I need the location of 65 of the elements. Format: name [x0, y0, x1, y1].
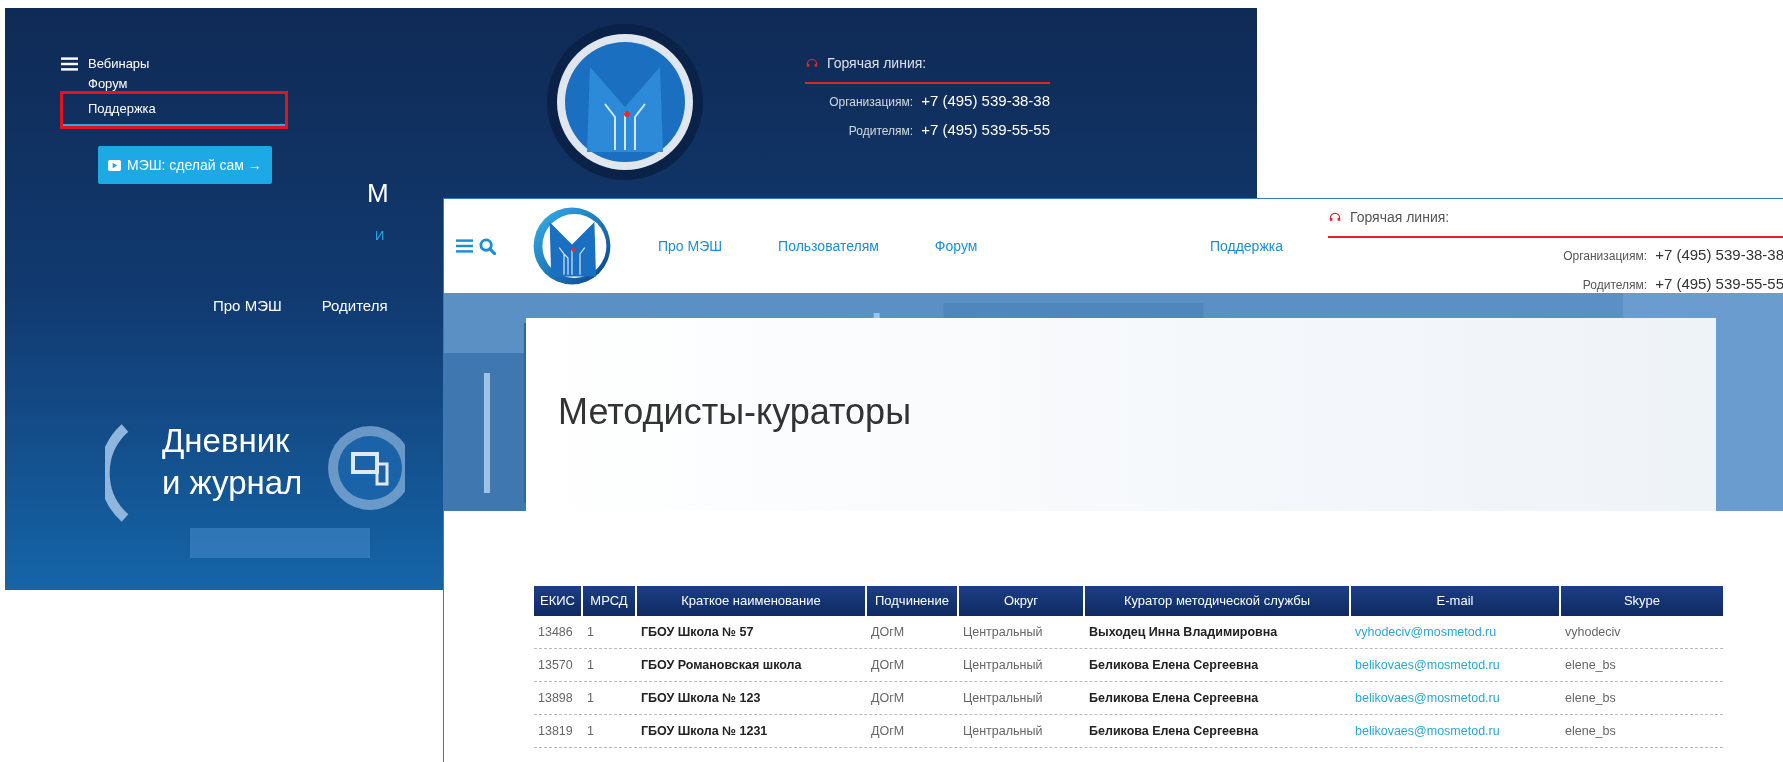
- column-header: Skype: [1561, 586, 1723, 616]
- nav-link[interactable]: Пользователям: [778, 235, 879, 257]
- nav-link[interactable]: Про МЭШ: [658, 235, 723, 257]
- site-title: М: [367, 177, 389, 210]
- page-title: Методисты-кураторы: [558, 389, 911, 434]
- table-cell-text: ГБОУ Романовская школа: [640, 656, 803, 674]
- phone-label: Организациям:: [829, 94, 914, 111]
- phone-label: Родителям:: [1582, 276, 1648, 294]
- table-cell-text: 1: [586, 722, 595, 740]
- phone-number: +7 (495) 539-38-38: [921, 91, 1050, 111]
- table-cell-text: ГБОУ Школа № 57: [640, 623, 755, 641]
- table-cell-text: vyhodeciv: [1564, 623, 1622, 641]
- column-header: ЕКИС: [534, 586, 581, 616]
- email-link[interactable]: belikovaes@mosmetod.ru: [1351, 715, 1559, 747]
- email-link[interactable]: belikovaes@mosmetod.ru: [1351, 682, 1559, 714]
- menu-item[interactable]: Вебинары: [88, 54, 278, 74]
- column-header: Куратор методической службы: [1085, 586, 1349, 616]
- banner-text: и журнал: [162, 463, 303, 503]
- nav-link[interactable]: Поддержка: [1209, 235, 1283, 257]
- table-cell-text: elene_bs: [1564, 722, 1617, 740]
- hotline-label: Горячая линия:: [1350, 208, 1450, 227]
- phone-number: +7 (495) 539-55-55: [1655, 273, 1783, 294]
- hotline-label: Горячая линия:: [827, 54, 927, 73]
- table-cell-text: 1: [586, 656, 595, 674]
- email-link[interactable]: belikovaes@mosmetod.ru: [1351, 649, 1559, 681]
- table-cell-text: Центральный: [962, 722, 1044, 740]
- phone-number: +7 (495) 539-38-38: [1655, 245, 1783, 265]
- table-cell-text: ДОгМ: [870, 689, 906, 707]
- menu-item[interactable]: Поддержка: [63, 94, 285, 126]
- nav-link[interactable]: Форум: [934, 235, 978, 257]
- table-cell-text: 13570: [537, 656, 574, 674]
- table-cell-text: Центральный: [962, 623, 1044, 641]
- table-cell-text: 1: [586, 689, 595, 707]
- column-header: МРСД: [583, 586, 635, 616]
- column-header: Краткое наименование: [637, 586, 865, 616]
- table-cell-text: ДОгМ: [870, 623, 906, 641]
- table-cell-text: ГБОУ Школа № 123: [640, 689, 762, 707]
- table-cell-text: 13898: [537, 689, 574, 707]
- table-cell-text: Беликова Елена Сергеевна: [1088, 722, 1260, 740]
- email-link[interactable]: vyhodeciv@mosmetod.ru: [1351, 616, 1559, 648]
- phone-label: Организациям:: [1563, 248, 1648, 265]
- column-header: Округ: [959, 586, 1083, 616]
- site-subtitle: И: [375, 227, 385, 245]
- table-cell-text: ГБОУ Школа № 1231: [640, 722, 769, 740]
- table-cell-text: 13486: [537, 623, 574, 641]
- table-cell-text: Центральный: [962, 689, 1044, 707]
- menu-item[interactable]: Форум: [88, 74, 278, 94]
- banner-text: Дневник: [162, 421, 291, 461]
- table-cell-text: ДОгМ: [870, 722, 906, 740]
- table-cell-text: Беликова Елена Сергеевна: [1088, 689, 1260, 707]
- table-cell-text: 1: [586, 623, 595, 641]
- table-cell-text: ДОгМ: [870, 656, 906, 674]
- table-cell-text: elene_bs: [1564, 656, 1617, 674]
- phone-label: Родителям:: [848, 122, 914, 140]
- phone-number: +7 (495) 539-55-55: [921, 119, 1050, 140]
- table-cell-text: elene_bs: [1564, 689, 1617, 707]
- nav-link[interactable]: Про МЭШ: [213, 295, 282, 318]
- column-header: Подчинение: [867, 586, 957, 616]
- table-cell-text: Выходец Инна Владимировна: [1088, 623, 1279, 641]
- table-cell-text: Беликова Елена Сергеевна: [1088, 656, 1260, 674]
- diy-button[interactable]: МЭШ: сделай сам →: [98, 146, 272, 184]
- column-header: E-mail: [1351, 586, 1559, 616]
- table-cell-text: 13819: [537, 722, 574, 740]
- nav-link[interactable]: Родителя: [321, 295, 388, 318]
- table-cell-text: Центральный: [962, 656, 1044, 674]
